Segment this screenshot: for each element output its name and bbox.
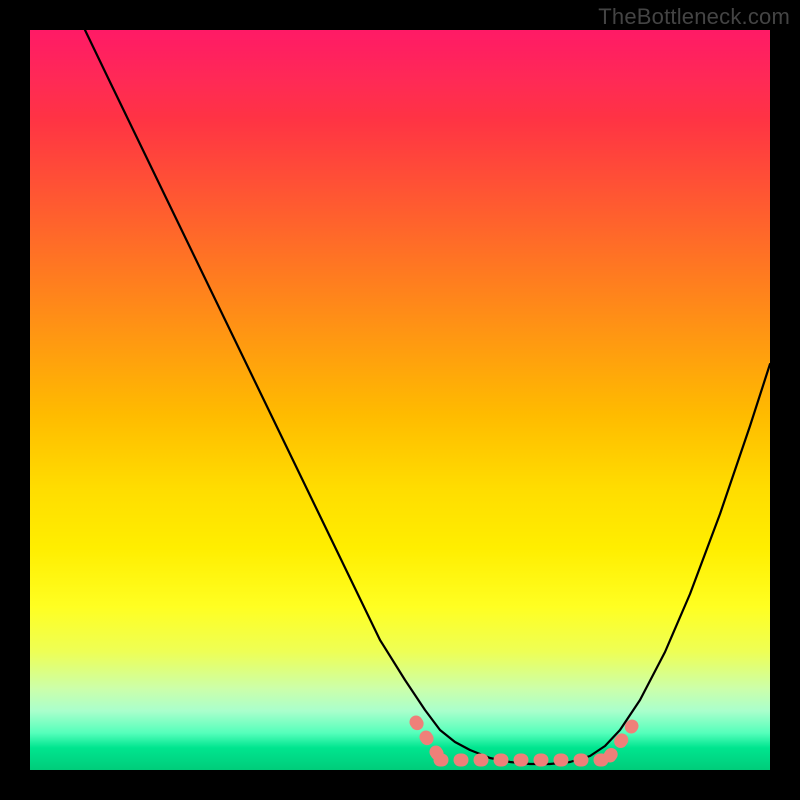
bottleneck-curve	[30, 30, 770, 770]
chart-frame: TheBottleneck.com	[0, 0, 800, 800]
plot-area	[30, 30, 770, 770]
watermark-text: TheBottleneck.com	[598, 4, 790, 30]
